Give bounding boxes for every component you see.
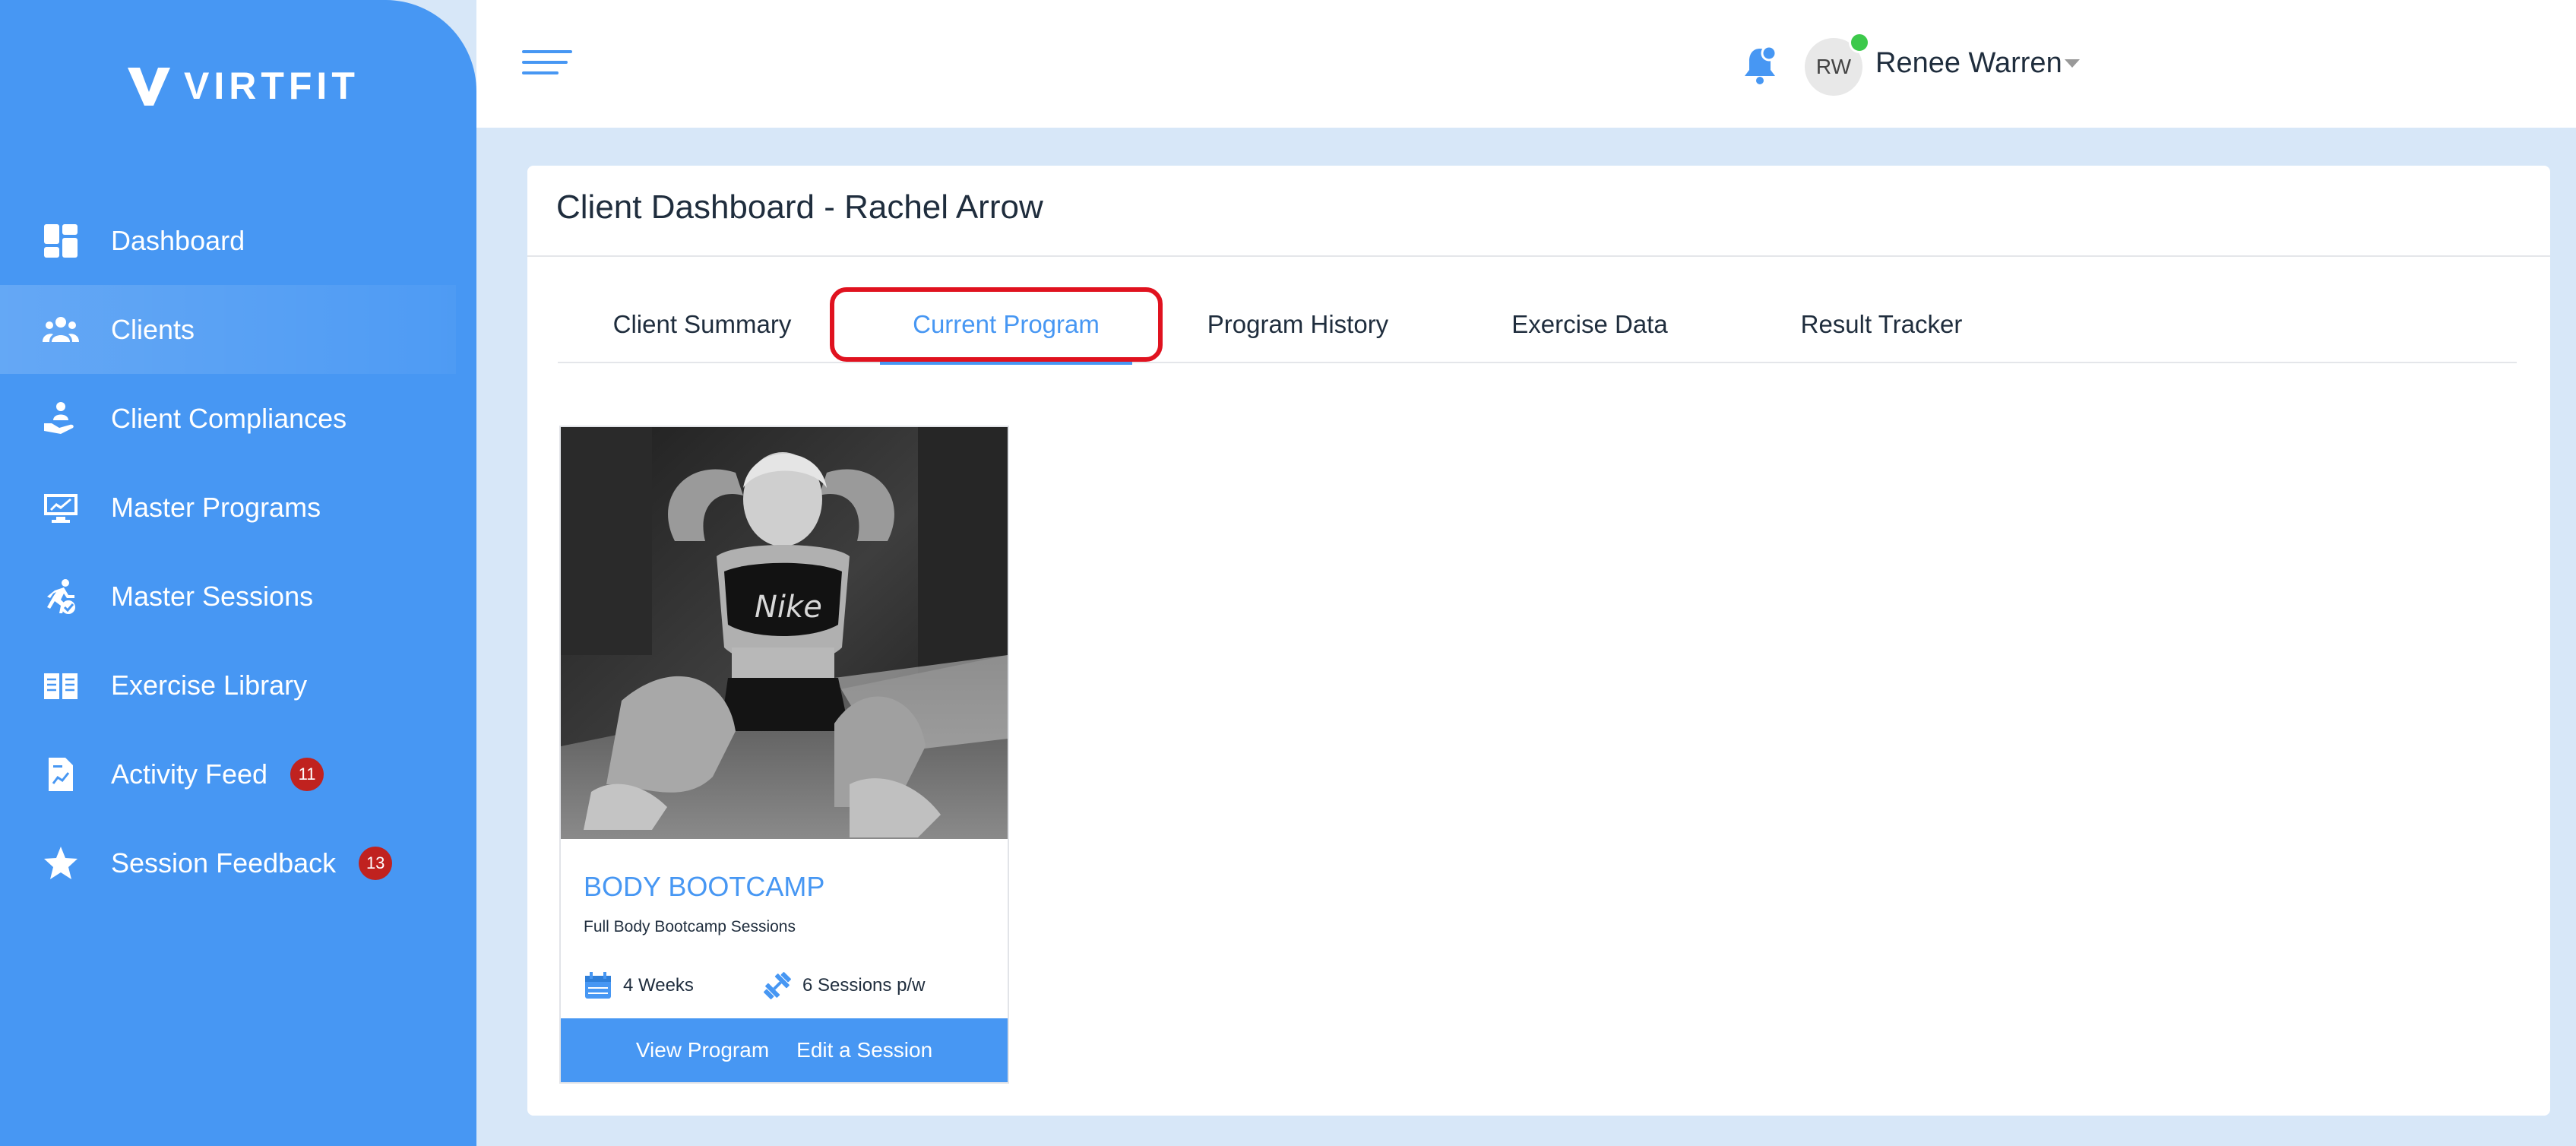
sidebar-item-master-programs[interactable]: Master Programs bbox=[0, 463, 476, 552]
document-chart-icon bbox=[41, 755, 81, 794]
frequency-label: 6 Sessions p/w bbox=[802, 975, 926, 996]
program-name[interactable]: BODY BOOTCAMP bbox=[584, 871, 824, 903]
tab-highlight-annotation bbox=[830, 287, 1163, 362]
tab-client-summary[interactable]: Client Summary bbox=[558, 287, 847, 362]
sidebar-item-session-feedback[interactable]: Session Feedback 13 bbox=[0, 818, 476, 907]
hand-person-icon bbox=[41, 399, 81, 438]
menu-toggle-icon[interactable] bbox=[522, 50, 572, 81]
brand-logo[interactable]: VIRTFIT bbox=[125, 59, 359, 112]
sidebar-item-label: Dashboard bbox=[111, 224, 245, 256]
online-status-indicator bbox=[1849, 32, 1870, 53]
sidebar-item-activity-feed[interactable]: Activity Feed 11 bbox=[0, 730, 476, 818]
book-icon bbox=[41, 666, 81, 705]
dumbbell-icon bbox=[764, 972, 791, 999]
program-description: Full Body Bootcamp Sessions bbox=[584, 918, 796, 935]
tab-label: Result Tracker bbox=[1800, 310, 1963, 338]
tab-exercise-data[interactable]: Exercise Data bbox=[1445, 287, 1734, 362]
calendar-icon bbox=[585, 972, 611, 999]
sidebar-item-label: Clients bbox=[111, 313, 195, 345]
program-actions: View Program Edit a Session bbox=[561, 1018, 1008, 1082]
sidebar: VIRTFIT Dashboard Clients Client Complia… bbox=[0, 0, 476, 1146]
program-image[interactable]: Nike bbox=[561, 427, 1008, 839]
sidebar-item-label: Client Compliances bbox=[111, 402, 347, 434]
notification-bell-icon[interactable] bbox=[1740, 44, 1780, 87]
sidebar-nav: Dashboard Clients Client Compliances Mas… bbox=[0, 196, 476, 907]
sidebar-item-label: Activity Feed bbox=[111, 758, 268, 790]
star-icon bbox=[41, 844, 81, 883]
sidebar-item-label: Master Programs bbox=[111, 491, 321, 523]
sidebar-item-label: Master Sessions bbox=[111, 580, 314, 612]
page-title: Client Dashboard - Rachel Arrow bbox=[556, 188, 1043, 226]
edit-session-button[interactable]: Edit a Session bbox=[796, 1038, 932, 1062]
duration-label: 4 Weeks bbox=[623, 975, 694, 996]
running-check-icon bbox=[41, 577, 81, 616]
tab-label: Exercise Data bbox=[1511, 310, 1668, 338]
dashboard-icon bbox=[41, 221, 81, 261]
sidebar-item-master-sessions[interactable]: Master Sessions bbox=[0, 552, 476, 641]
program-duration: 4 Weeks bbox=[582, 970, 694, 1002]
sidebar-item-exercise-library[interactable]: Exercise Library bbox=[0, 641, 476, 730]
tab-label: Client Summary bbox=[612, 310, 792, 338]
chevron-down-icon[interactable] bbox=[2065, 59, 2080, 68]
user-name[interactable]: Renee Warren bbox=[1875, 47, 2062, 80]
users-icon bbox=[41, 310, 81, 350]
tab-program-history[interactable]: Program History bbox=[1154, 287, 1442, 362]
divider bbox=[527, 255, 2550, 257]
sidebar-item-label: Session Feedback bbox=[111, 847, 337, 878]
notification-badge: 13 bbox=[359, 846, 393, 880]
sidebar-item-dashboard[interactable]: Dashboard bbox=[0, 196, 476, 285]
monitor-chart-icon bbox=[41, 488, 81, 527]
notification-badge: 11 bbox=[290, 757, 324, 791]
sidebar-item-client-compliances[interactable]: Client Compliances bbox=[0, 374, 476, 463]
tab-label: Program History bbox=[1207, 310, 1389, 338]
sidebar-item-clients[interactable]: Clients bbox=[0, 285, 456, 374]
view-program-button[interactable]: View Program bbox=[636, 1038, 769, 1062]
svg-text:Nike: Nike bbox=[755, 590, 822, 625]
virtfit-logo-icon bbox=[128, 64, 170, 106]
tab-result-tracker[interactable]: Result Tracker bbox=[1737, 287, 2026, 362]
program-frequency: 6 Sessions p/w bbox=[761, 970, 925, 1002]
brand-name: VIRTFIT bbox=[184, 65, 359, 107]
top-bar bbox=[476, 0, 2576, 128]
program-card[interactable]: Nike BODY BOOTCAMP Full Body Bootcamp Se… bbox=[559, 426, 1009, 1084]
sidebar-item-label: Exercise Library bbox=[111, 669, 308, 701]
